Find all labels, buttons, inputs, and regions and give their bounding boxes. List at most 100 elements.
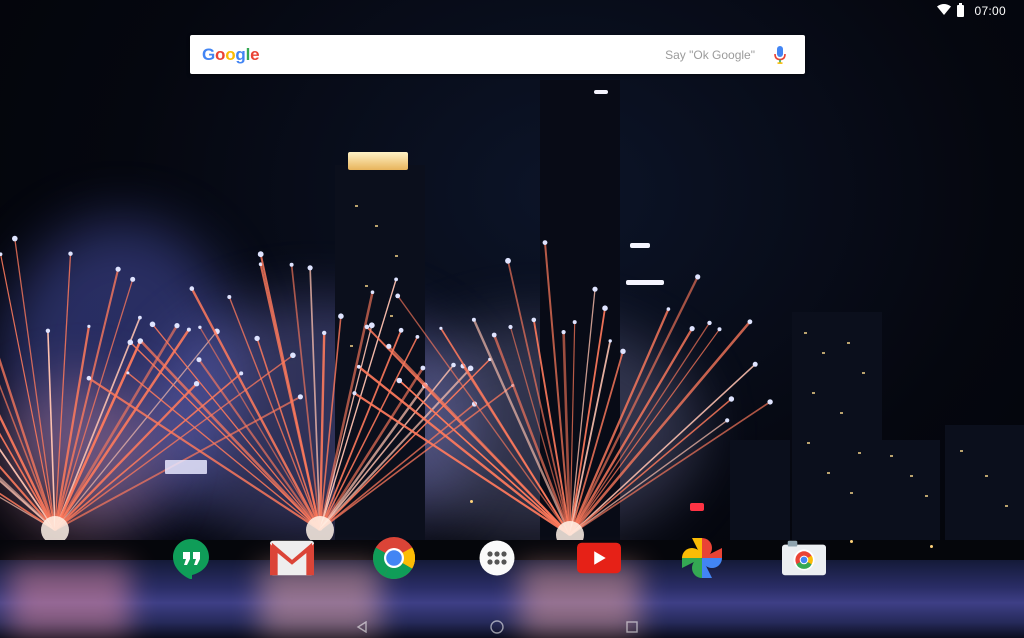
firework-spark (126, 371, 130, 375)
home-icon (490, 620, 504, 634)
logo-letter: e (250, 44, 260, 64)
firework-spark (289, 262, 294, 267)
firework-streak (569, 363, 756, 536)
firework-spark (87, 324, 91, 328)
hangouts-icon (173, 539, 209, 579)
firework-spark (239, 371, 244, 376)
firework-spark (227, 295, 232, 299)
youtube-icon (577, 542, 621, 574)
firework-spark (45, 328, 51, 333)
firework-spark (386, 343, 392, 349)
firework-streak (54, 372, 242, 531)
firework-spark (451, 362, 456, 368)
firework-spark (138, 338, 143, 343)
firework-spark (0, 252, 3, 256)
back-icon (356, 621, 367, 633)
firework-streak (88, 377, 321, 531)
firework-spark (542, 240, 548, 246)
recents-button[interactable] (624, 620, 640, 634)
firework-streak (569, 419, 728, 536)
firework-spark (420, 365, 426, 371)
back-button[interactable] (354, 620, 370, 634)
firework-spark (322, 330, 327, 336)
firework-streak (190, 288, 322, 531)
firework-spark (174, 323, 180, 329)
firework-spark (186, 327, 191, 332)
chrome-app[interactable] (372, 536, 416, 580)
google-search-bar[interactable]: Google Say "Ok Google" (190, 35, 805, 74)
firework-spark (198, 325, 202, 329)
hangouts-app[interactable] (169, 536, 213, 580)
photos-pinwheel-icon (682, 538, 722, 578)
firework-spark (115, 266, 121, 272)
firework-streak (569, 322, 576, 536)
firework-spark (398, 327, 404, 333)
firework-spark (561, 330, 566, 335)
firework-spark (127, 339, 134, 346)
firework-spark (356, 364, 361, 369)
google-logo: Google (202, 44, 260, 65)
gmail-icon (270, 540, 314, 576)
firework-spark (666, 307, 671, 311)
firework-streak (319, 325, 373, 531)
firework-spark (471, 317, 476, 322)
firework-spark (364, 324, 370, 330)
firework-spark (196, 357, 202, 363)
firework-streak (228, 296, 321, 531)
firework-spark (689, 326, 695, 332)
firework-spark (439, 326, 443, 330)
firework-spark (695, 274, 701, 280)
firework-spark (193, 381, 200, 387)
gmail-app[interactable] (270, 536, 314, 580)
firework-spark (130, 276, 136, 282)
app-drawer-button[interactable] (475, 536, 519, 580)
home-button[interactable] (489, 620, 505, 634)
firework-streak (397, 295, 571, 536)
firework-spark (254, 335, 260, 342)
app-drawer-icon (479, 540, 515, 576)
firework-spark (531, 317, 537, 323)
firework-spark (189, 286, 195, 291)
status-time: 07:00 (974, 4, 1006, 18)
firework-spark (752, 361, 758, 367)
search-hint: Say "Ok Google" (665, 47, 755, 62)
firework-spark (467, 365, 474, 372)
firework-spark (491, 332, 497, 338)
firework-spark (149, 321, 156, 328)
logo-letter: g (235, 44, 246, 64)
firework-spark (138, 315, 142, 320)
firework-streak (440, 327, 571, 536)
firework-streak (319, 336, 419, 531)
firework-spark (352, 391, 357, 396)
firework-spark (592, 286, 598, 292)
firework-spark (86, 375, 92, 381)
firework-spark (307, 265, 313, 271)
photos-app[interactable] (680, 536, 724, 580)
youtube-app[interactable] (577, 536, 621, 580)
firework-spark (368, 322, 375, 329)
firework-spark (620, 348, 626, 354)
firework-spark (257, 251, 264, 258)
firework-streak (398, 379, 571, 536)
firework-spark (12, 235, 18, 242)
firework-streak (568, 308, 670, 536)
firework-spark (608, 339, 612, 343)
firework-streak (318, 367, 424, 531)
microphone-icon[interactable] (769, 44, 791, 66)
firework-spark (297, 394, 303, 400)
logo-letter: G (202, 44, 216, 64)
logo-letter: o (215, 44, 226, 64)
firework-streak (53, 324, 179, 531)
firework-streak (53, 340, 142, 531)
firework-streak (0, 357, 57, 531)
firework-spark (394, 277, 398, 282)
firework-spark (395, 293, 401, 299)
firework-streak (569, 322, 711, 536)
camera-app[interactable] (782, 536, 826, 580)
firework-spark (602, 305, 608, 312)
app-dock (0, 536, 1024, 580)
firework-spark (508, 324, 513, 330)
recents-icon (626, 621, 638, 633)
logo-letter: o (225, 44, 236, 64)
firework-spark (290, 352, 296, 359)
